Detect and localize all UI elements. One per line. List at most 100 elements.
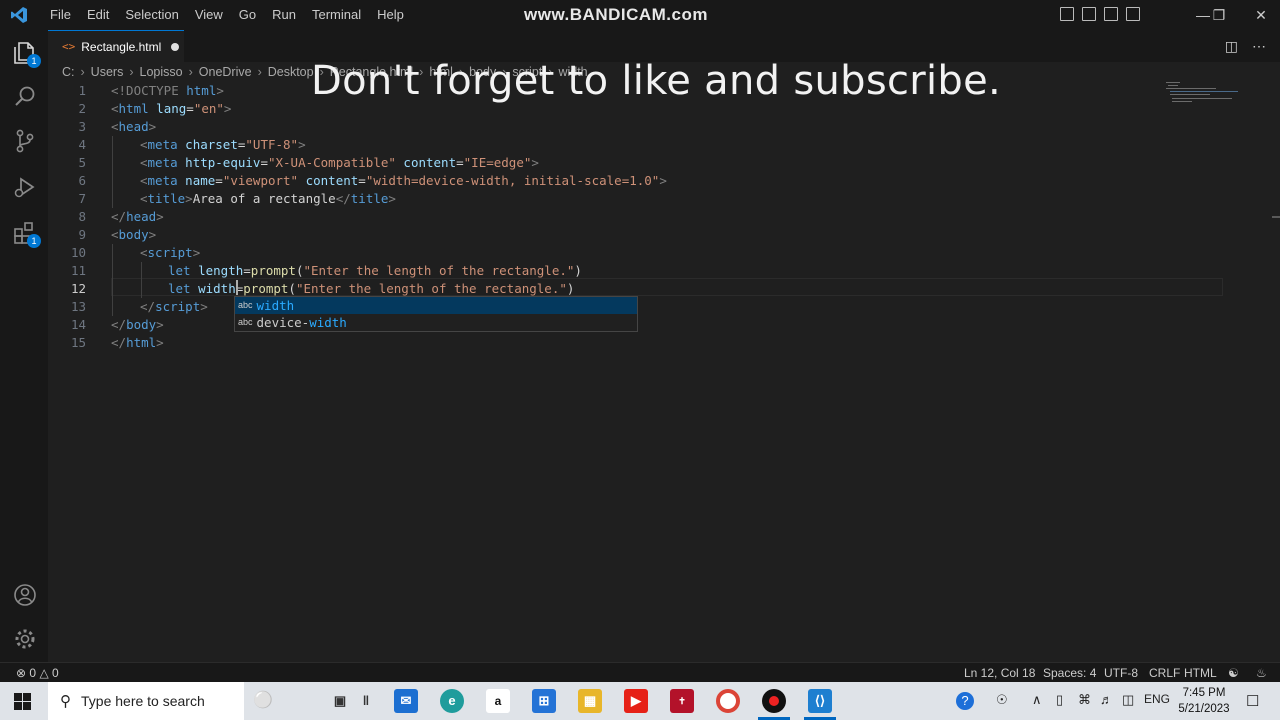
split-editor-icon[interactable]: ◫ <box>1225 38 1238 55</box>
windows-start-icon[interactable] <box>14 693 31 710</box>
mail-icon[interactable]: ✉ <box>394 689 418 713</box>
title-bar: File Edit Selection View Go Run Terminal… <box>0 0 1280 30</box>
scrollbar-marker[interactable] <box>1272 216 1280 218</box>
line-number: 4 <box>78 137 86 152</box>
menu-edit[interactable]: Edit <box>79 0 117 30</box>
code-line: <html lang="en"> <box>111 101 232 116</box>
menu-file[interactable]: File <box>42 0 79 30</box>
close-button[interactable]: ✕ <box>1238 0 1280 30</box>
menu-run[interactable]: Run <box>264 0 304 30</box>
code-line: </html> <box>111 335 164 350</box>
people-icon[interactable]: ☉ <box>996 692 1008 708</box>
suggestion-item[interactable]: abc device-width <box>235 314 637 331</box>
extensions-icon[interactable]: 1 <box>12 220 41 248</box>
code-line: <!DOCTYPE html> <box>111 83 224 98</box>
accounts-icon[interactable] <box>12 582 38 608</box>
run-debug-icon[interactable] <box>12 174 38 200</box>
windows-taskbar: ⚲ Type here to search ⚪ ▣ ‖ ✉ e a ⊞ ▦ ▶ … <box>0 682 1280 720</box>
code-line: <head> <box>111 119 157 134</box>
volume-icon[interactable]: ♬ <box>1100 692 1113 707</box>
taskbar-clock[interactable]: 7:45 PM 5/21/2023 <box>1176 685 1232 717</box>
taskbar-search-box[interactable]: ⚲ Type here to search <box>48 682 244 720</box>
line-ending[interactable]: CRLF <box>1149 666 1180 680</box>
line-number: 10 <box>70 245 86 260</box>
task-view-icon[interactable]: ▣ <box>328 689 352 713</box>
restore-button[interactable]: ❐ <box>1196 0 1242 30</box>
video-caption-overlay: Don't forget to like and subscribe. <box>311 58 1002 104</box>
menu-view[interactable]: View <box>187 0 231 30</box>
breadcrumb-item[interactable]: Desktop <box>268 65 314 79</box>
warning-icon: △ <box>39 666 49 680</box>
tab-label: Rectangle.html <box>81 39 162 54</box>
code-line: <body> <box>111 227 157 242</box>
suggestion-item[interactable]: abc width <box>235 297 637 314</box>
clock-date: 5/21/2023 <box>1178 703 1230 715</box>
line-number: 11 <box>70 263 86 278</box>
edge-browser-icon[interactable]: e <box>440 689 464 713</box>
search-highlight-icon[interactable]: ⚪ <box>248 689 278 713</box>
help-icon[interactable]: ? <box>956 692 974 710</box>
line-number: 7 <box>78 191 86 206</box>
extensions-badge: 1 <box>27 234 41 248</box>
youtube-icon[interactable]: ▶ <box>624 689 648 713</box>
unsaved-dot-icon[interactable] <box>171 42 180 51</box>
encoding[interactable]: UTF-8 <box>1104 666 1138 680</box>
clock-time: 7:45 PM <box>1182 687 1226 699</box>
bible-app-icon[interactable]: ✝ <box>670 689 694 713</box>
feedback-icon[interactable]: ☯ <box>1228 666 1239 680</box>
line-number: 2 <box>78 101 86 116</box>
minimap[interactable] <box>1166 82 1238 112</box>
calculator-icon[interactable]: ⊞ <box>532 689 556 713</box>
breadcrumb-item[interactable]: Users <box>91 65 124 79</box>
menu-go[interactable]: Go <box>231 0 264 30</box>
line-number: 8 <box>78 209 86 224</box>
customize-layout-icon[interactable] <box>1126 7 1140 21</box>
indentation[interactable]: Spaces: 4 <box>1043 666 1096 680</box>
tab-rectangle-html[interactable]: <> Rectangle.html <box>48 30 184 62</box>
input-language[interactable]: ENG <box>1144 692 1170 706</box>
amazon-icon[interactable]: a <box>486 689 510 713</box>
line-number: 5 <box>78 155 86 170</box>
explorer-badge: 1 <box>27 54 41 68</box>
menu-selection[interactable]: Selection <box>117 0 186 30</box>
notifications-bell-icon[interactable]: ♨ <box>1256 666 1267 680</box>
action-center-icon[interactable]: ☐ <box>1246 692 1259 710</box>
vscode-taskbar-icon[interactable]: ⟨⟩ <box>808 689 832 713</box>
toggle-panel-icon[interactable] <box>1082 7 1096 21</box>
code-line: </head> <box>111 209 164 224</box>
menu-terminal[interactable]: Terminal <box>304 0 369 30</box>
chrome-icon[interactable] <box>716 689 740 713</box>
file-explorer-icon[interactable]: ▦ <box>578 689 602 713</box>
battery-icon[interactable]: ▯ <box>1056 692 1063 708</box>
search-icon: ⚲ <box>60 693 71 710</box>
toggle-secondary-sidebar-icon[interactable] <box>1104 7 1118 21</box>
source-control-icon[interactable] <box>12 128 38 154</box>
bandicam-record-icon[interactable] <box>762 689 786 713</box>
breadcrumb-item[interactable]: C: <box>62 65 75 79</box>
code-line: <meta name="viewport" content="width=dev… <box>140 173 667 188</box>
taskbar-app-icon[interactable]: ‖ <box>360 689 372 713</box>
more-actions-icon[interactable]: ⋯ <box>1252 38 1266 55</box>
breadcrumb-item[interactable]: OneDrive <box>199 65 252 79</box>
line-number: 9 <box>78 227 86 242</box>
wifi-icon[interactable]: ⌘ <box>1078 692 1091 708</box>
line-number: 6 <box>78 173 86 188</box>
code-line: </script> <box>140 299 208 314</box>
settings-gear-icon[interactable] <box>12 626 38 652</box>
code-line: <script> <box>140 245 201 260</box>
tray-chevron-up-icon[interactable]: ∧ <box>1032 692 1042 708</box>
code-editor[interactable]: 1 <!DOCTYPE html> 2 <html lang="en"> 3 <hea… <box>48 82 1270 662</box>
search-icon[interactable] <box>12 84 38 110</box>
status-bar: ⊗ 0 △ 0 Ln 12, Col 18 Spaces: 4 UTF-8 CR… <box>0 662 1280 683</box>
menu-help[interactable]: Help <box>369 0 412 30</box>
defender-icon[interactable]: ◫ <box>1122 692 1134 708</box>
line-number: 14 <box>70 317 86 332</box>
toggle-primary-sidebar-icon[interactable] <box>1060 7 1074 21</box>
menu-bar: File Edit Selection View Go Run Terminal… <box>42 0 412 30</box>
cursor-position[interactable]: Ln 12, Col 18 <box>964 666 1035 680</box>
problems-indicator[interactable]: ⊗ 0 △ 0 <box>16 666 59 680</box>
line-number: 3 <box>78 119 86 134</box>
language-mode[interactable]: HTML <box>1184 666 1217 680</box>
breadcrumb-item[interactable]: Lopisso <box>140 65 183 79</box>
explorer-icon[interactable]: 1 <box>12 40 41 68</box>
